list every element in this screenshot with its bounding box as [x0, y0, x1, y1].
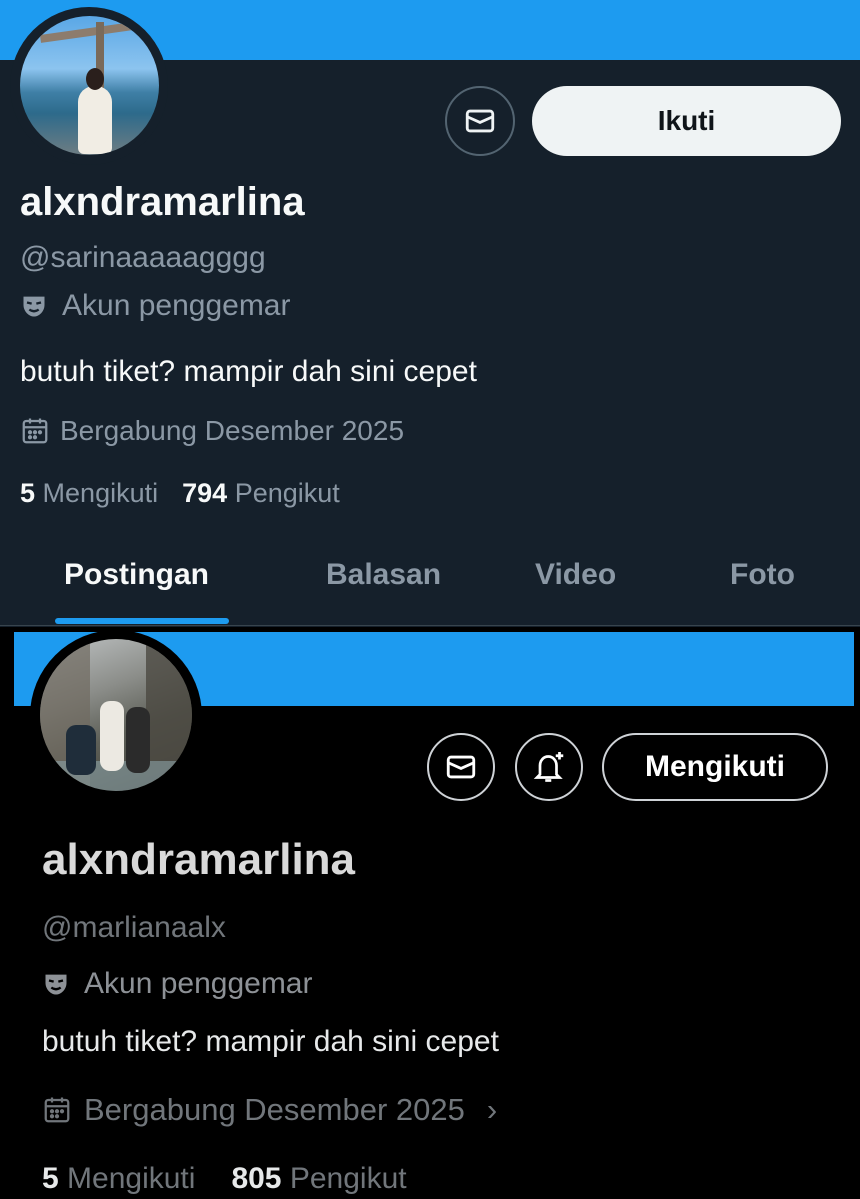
- followers-label: Pengikut: [289, 1162, 407, 1195]
- follow-button[interactable]: Ikuti: [532, 86, 841, 156]
- joined-date: Bergabung Desember 2025: [20, 415, 404, 447]
- joined-label: Bergabung Desember 2025: [60, 415, 405, 446]
- joined-date[interactable]: Bergabung Desember 2025 ›: [42, 1092, 497, 1128]
- following-button[interactable]: Mengikuti: [602, 733, 828, 801]
- active-tab-indicator: [55, 618, 229, 624]
- handle: @sarinaaaaagggg: [20, 241, 266, 274]
- account-type: Akun penggemar: [20, 289, 291, 323]
- avatar[interactable]: [20, 16, 159, 155]
- mask-icon: [23, 296, 45, 317]
- profile-tabs: Postingan Balasan Video Foto: [0, 540, 860, 626]
- followers-count: 805: [231, 1162, 282, 1195]
- display-name: alxndramarlina: [20, 180, 305, 224]
- bio: butuh tiket? mampir dah sini cepet: [20, 355, 477, 388]
- account-type-label: Akun penggemar: [62, 289, 291, 322]
- mask-icon: [45, 974, 67, 995]
- mail-icon: [446, 755, 476, 779]
- profile-bottom: Mengikuti alxndramarlina @marlianaalx Ak…: [0, 627, 860, 1199]
- tab-postingan[interactable]: Postingan: [64, 558, 209, 592]
- notify-button[interactable]: [515, 733, 583, 801]
- chevron-right-icon: ›: [486, 1092, 498, 1127]
- avatar[interactable]: [40, 639, 192, 791]
- bell-plus-icon: [533, 752, 564, 782]
- account-type-label: Akun penggemar: [84, 967, 313, 1000]
- following-count: 5: [20, 478, 36, 508]
- message-button[interactable]: [427, 733, 495, 801]
- display-name: alxndramarlina: [42, 835, 356, 884]
- followers-label: Pengikut: [234, 478, 340, 508]
- following-count: 5: [42, 1162, 59, 1195]
- account-type: Akun penggemar: [42, 967, 313, 1001]
- tab-video[interactable]: Video: [535, 558, 616, 592]
- mail-icon: [465, 109, 495, 133]
- calendar-icon: [44, 1097, 70, 1123]
- followers-link[interactable]: 805 Pengikut: [231, 1162, 406, 1196]
- followers-link[interactable]: 794 Pengikut: [182, 478, 340, 509]
- follow-stats: 5 Mengikuti 794 Pengikut: [20, 478, 340, 509]
- tab-foto[interactable]: Foto: [730, 558, 795, 592]
- following-link[interactable]: 5 Mengikuti: [20, 478, 158, 509]
- message-button[interactable]: [445, 86, 515, 156]
- following-label: Mengikuti: [42, 478, 159, 508]
- bio: butuh tiket? mampir dah sini cepet: [42, 1025, 499, 1058]
- handle: @marlianaalx: [42, 911, 226, 944]
- calendar-icon: [22, 418, 48, 444]
- following-link[interactable]: 5 Mengikuti: [42, 1162, 195, 1196]
- followers-count: 794: [182, 478, 228, 508]
- follow-stats: 5 Mengikuti 805 Pengikut: [42, 1162, 407, 1196]
- tab-balasan[interactable]: Balasan: [326, 558, 441, 592]
- profile-top: Ikuti alxndramarlina @sarinaaaaagggg Aku…: [0, 0, 860, 627]
- following-label: Mengikuti: [67, 1162, 196, 1195]
- joined-label: Bergabung Desember 2025: [84, 1092, 465, 1127]
